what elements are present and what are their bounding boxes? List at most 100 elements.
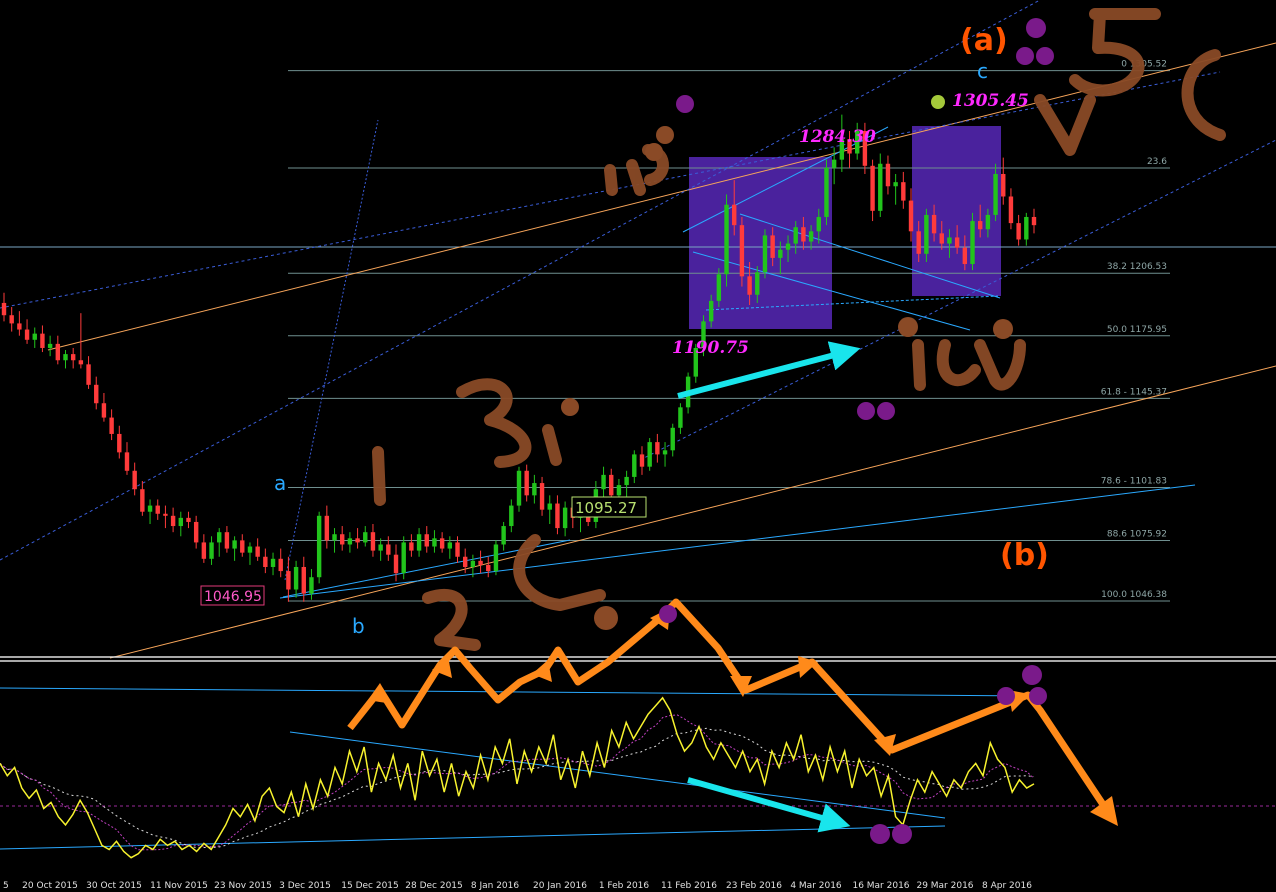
- candle-body: [370, 532, 376, 551]
- candle-body: [816, 216, 821, 232]
- candle-body: [63, 354, 68, 361]
- candle: [516, 466, 522, 512]
- candle-body: [332, 534, 337, 541]
- candle-body: [101, 403, 107, 418]
- candle-body: [378, 544, 383, 551]
- candle-body: [808, 231, 814, 242]
- candle-body: [278, 558, 283, 572]
- candle-body: [163, 513, 168, 516]
- candle-body: [286, 571, 291, 590]
- candle-body: [40, 333, 45, 348]
- candle-body: [217, 532, 222, 543]
- candle-body: [9, 315, 14, 324]
- fib-level-label: 100.0 1046.38: [1101, 590, 1167, 600]
- feb-low-label: 1190.75: [672, 338, 749, 358]
- candle-body: [539, 483, 545, 510]
- candle-body: [94, 384, 99, 404]
- candle-body: [439, 538, 445, 549]
- candle: [647, 438, 652, 471]
- osc-dot-4: [1029, 687, 1047, 705]
- candle-body: [516, 470, 522, 506]
- x-tick-label: 8 Jan 2016: [471, 881, 519, 891]
- trading-chart: 0 1305.5223.638.2 1206.5350.0 1175.9561.…: [0, 0, 1276, 892]
- x-tick-label: 23 Feb 2016: [726, 881, 782, 891]
- x-tick-label: 20 Jan 2016: [533, 881, 587, 891]
- dot-1: [676, 95, 694, 113]
- fib-level-label: 38.2 1206.53: [1107, 262, 1167, 272]
- candle-body: [501, 526, 506, 545]
- candle-body: [132, 470, 137, 490]
- candle-body: [1008, 196, 1014, 224]
- osc-dot-3: [997, 687, 1015, 705]
- x-tick-label: 11 Feb 2016: [661, 881, 717, 891]
- osc-dot-5: [870, 824, 890, 844]
- candle-body: [147, 505, 153, 512]
- candle-body: [232, 540, 237, 549]
- candle-body: [601, 474, 606, 490]
- candle-body: [24, 329, 30, 340]
- candle-body: [432, 538, 437, 547]
- candle-body: [708, 300, 714, 322]
- candle-body: [908, 200, 914, 232]
- candle-body: [762, 235, 768, 273]
- candle-body: [532, 483, 537, 496]
- candle-body: [793, 227, 798, 244]
- fib-level-label: 78.6 - 1101.83: [1101, 477, 1167, 487]
- candle-body: [801, 227, 806, 242]
- candle-body: [1016, 223, 1021, 240]
- dot-5: [857, 402, 875, 420]
- candle-body: [1024, 216, 1029, 240]
- candle-body: [732, 204, 737, 226]
- candle-body: [78, 360, 84, 365]
- candle-body: [977, 221, 983, 230]
- dot-brown-3: [561, 398, 579, 416]
- candle-body: [993, 173, 998, 215]
- candle-body: [678, 407, 683, 428]
- candle-body: [486, 564, 491, 572]
- candle-body: [470, 560, 476, 567]
- x-tick-label: 11 Nov 2015: [150, 881, 208, 891]
- wave-label-b: b: [352, 614, 365, 638]
- candle-body: [193, 521, 199, 543]
- dot-3: [1016, 47, 1034, 65]
- candle-body: [547, 503, 552, 510]
- candle: [739, 216, 745, 287]
- x-tick-label: 1 Feb 2016: [599, 881, 650, 891]
- candle: [824, 159, 829, 226]
- candle-body: [263, 556, 268, 567]
- candle-body: [655, 442, 660, 455]
- candle: [762, 229, 768, 279]
- dot-brown-4: [898, 317, 918, 337]
- candle-body: [901, 182, 906, 201]
- x-tick-label: 29 Mar 2016: [916, 881, 973, 891]
- candle-body: [55, 343, 61, 361]
- x-tick-label: 23 Nov 2015: [214, 881, 272, 891]
- candle: [970, 212, 975, 271]
- candle-body: [770, 235, 775, 258]
- candle-body: [924, 214, 929, 254]
- wave-label-big-a: (a): [960, 23, 1008, 58]
- candle-body: [785, 243, 791, 250]
- candle-body: [186, 517, 191, 522]
- x-axis: 5 20 Oct 2015 30 Oct 2015 11 Nov 2015 23 Nov…: [3, 881, 1032, 891]
- candle-body: [301, 566, 306, 594]
- candle-body: [209, 542, 214, 559]
- candle-body: [293, 566, 299, 590]
- candle-body: [447, 542, 453, 549]
- candle-body: [616, 485, 622, 496]
- low-price-label: 1046.95: [204, 589, 262, 605]
- candle-body: [647, 442, 652, 467]
- x-tick-label: 15 Dec 2015: [341, 881, 399, 891]
- wave-label-a: a: [274, 471, 286, 495]
- candle-body: [363, 532, 368, 543]
- candle-body: [316, 515, 322, 578]
- candle-body: [347, 538, 353, 545]
- wave-label-big-b: (b): [1000, 538, 1049, 573]
- candle-body: [885, 163, 891, 187]
- scribble-wave-1: [372, 446, 386, 506]
- mid-price-label: 1095.27: [575, 499, 637, 517]
- candle-body: [324, 515, 330, 541]
- x-tick-label: 30 Oct 2015: [86, 881, 142, 891]
- dot-brown-1: [656, 126, 674, 144]
- candle: [401, 536, 406, 580]
